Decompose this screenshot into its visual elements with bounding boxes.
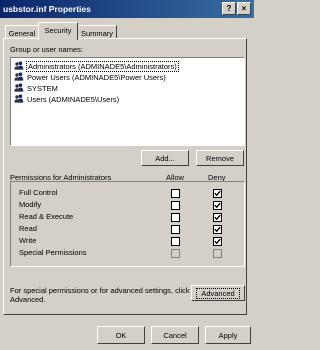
users-icon <box>14 94 24 103</box>
users-icon <box>14 83 24 92</box>
ok-button[interactable]: OK <box>97 326 145 344</box>
checkmark-icon <box>214 238 221 245</box>
permission-label: Full Control <box>19 188 58 197</box>
list-item[interactable]: Users (ADMINADE5\Users) <box>14 94 120 104</box>
user-name: Power Users (ADMINADE5\Power Users) <box>27 73 166 82</box>
users-icon <box>14 61 24 70</box>
permission-label: Read & Execute <box>19 212 74 221</box>
deny-checkbox[interactable] <box>213 213 222 222</box>
checkmark-icon <box>214 190 221 197</box>
checkmark-icon <box>214 226 221 233</box>
deny-checkbox[interactable] <box>213 225 222 234</box>
user-name: Users (ADMINADE5\Users) <box>27 95 120 104</box>
deny-checkbox[interactable] <box>213 189 222 198</box>
users-icon <box>14 72 24 81</box>
list-item[interactable]: Power Users (ADMINADE5\Power Users) <box>14 72 167 82</box>
list-item[interactable]: Administrators (ADMINADE5\Administrators… <box>14 61 179 72</box>
close-button[interactable]: × <box>237 2 251 15</box>
deny-checkbox <box>213 249 222 258</box>
advanced-button[interactable]: Advanced <box>191 285 245 301</box>
user-name: Administrators (ADMINADE5\Administrators… <box>26 61 179 72</box>
checkmark-icon <box>214 202 221 209</box>
allow-checkbox[interactable] <box>171 201 180 210</box>
allow-checkbox[interactable] <box>171 237 180 246</box>
help-button[interactable]: ? <box>222 2 236 15</box>
close-icon: × <box>241 4 247 13</box>
permission-label: Special Permissions <box>19 248 87 257</box>
user-list[interactable]: Administrators (ADMINADE5\Administrators… <box>10 57 245 146</box>
permission-label: Read <box>19 224 37 233</box>
title-bar[interactable]: usbstor.inf Properties ? × <box>0 0 254 18</box>
allow-checkbox[interactable] <box>171 213 180 222</box>
deny-checkbox[interactable] <box>213 237 222 246</box>
allow-checkbox[interactable] <box>171 189 180 198</box>
remove-button[interactable]: Remove <box>196 150 244 166</box>
cancel-button[interactable]: Cancel <box>151 326 199 344</box>
permission-label: Modify <box>19 200 42 209</box>
advanced-note: For special permissions or for advanced … <box>10 286 190 304</box>
user-name: SYSTEM <box>27 84 58 93</box>
list-item[interactable]: SYSTEM <box>14 83 59 93</box>
checkmark-icon <box>214 214 221 221</box>
permission-label: Write <box>19 236 37 245</box>
allow-checkbox[interactable] <box>171 225 180 234</box>
allow-checkbox <box>171 249 180 258</box>
window-title: usbstor.inf Properties <box>3 4 91 14</box>
group-label: Group or user names: <box>10 45 83 54</box>
deny-checkbox[interactable] <box>213 201 222 210</box>
add-button[interactable]: Add... <box>141 150 189 166</box>
tab-security[interactable]: Security <box>38 22 78 40</box>
apply-button[interactable]: Apply <box>205 326 251 344</box>
